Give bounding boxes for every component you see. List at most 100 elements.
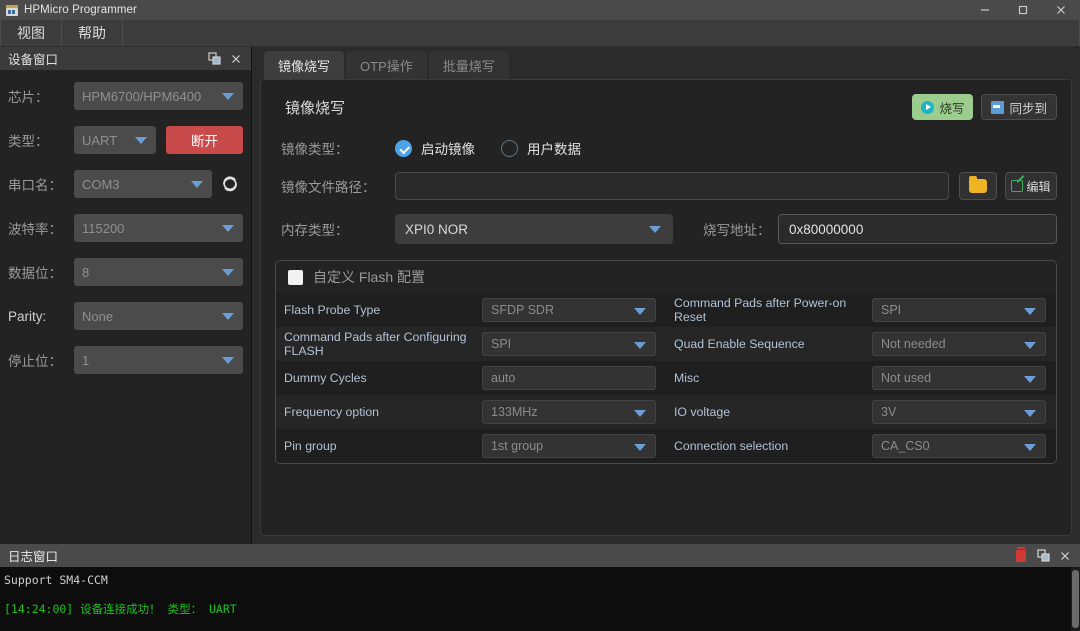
field-chip: 芯片： HPM6700/HPM6400 xyxy=(8,82,243,110)
radio-boot-image[interactable]: 启动镜像 xyxy=(395,138,475,158)
menu-filler xyxy=(123,20,1080,46)
edit-button[interactable]: 编辑 xyxy=(1005,172,1057,200)
stopbits-select[interactable]: 1 xyxy=(74,346,243,374)
chevron-down-icon xyxy=(222,313,234,320)
image-type-radio-group: 启动镜像 用户数据 xyxy=(395,138,607,158)
io-voltage-value: 3V xyxy=(881,405,897,419)
device-panel-body: 芯片： HPM6700/HPM6400 类型： UART 断开 串口名： COM… xyxy=(0,70,251,544)
log-scrollbar[interactable] xyxy=(1071,567,1080,631)
io-voltage-select[interactable]: 3V xyxy=(872,400,1046,424)
chevron-down-icon xyxy=(1024,308,1036,315)
close-icon[interactable] xyxy=(1042,0,1080,20)
flash-config-row: Misc Not used xyxy=(666,361,1056,395)
flash-button[interactable]: 烧写 xyxy=(912,94,974,120)
cmd-pads-configuring-flash-value: SPI xyxy=(491,337,512,351)
clear-log-button[interactable] xyxy=(1010,546,1032,566)
databits-select[interactable]: 8 xyxy=(74,258,243,286)
chip-select[interactable]: HPM6700/HPM6400 xyxy=(74,82,243,110)
parity-select[interactable]: None xyxy=(74,302,243,330)
file-path-label: 镜像文件路径： xyxy=(281,180,376,195)
cmd-pads-power-on-reset-select[interactable]: SPI xyxy=(872,298,1046,322)
flash-config-header[interactable]: 自定义 Flash 配置 xyxy=(276,261,1056,293)
chevron-down-icon xyxy=(1024,342,1036,349)
frequency-option-select[interactable]: 133MHz xyxy=(482,400,656,424)
cmd-pads-power-on-reset-label: Command Pads after Power-on Reset xyxy=(674,295,847,324)
flash-button-label: 烧写 xyxy=(939,101,965,116)
field-chip-label: 芯片： xyxy=(8,90,49,105)
port-select[interactable]: COM3 xyxy=(74,170,212,198)
flash-probe-type-label: Flash Probe Type xyxy=(284,302,381,317)
app-logo-icon xyxy=(6,4,18,16)
window-title: HPMicro Programmer xyxy=(24,4,137,16)
pin-group-select[interactable]: 1st group xyxy=(482,434,656,458)
flash-probe-type-value: SFDP SDR xyxy=(491,303,554,317)
frequency-option-label: Frequency option xyxy=(284,404,380,419)
log-output[interactable]: Support SM4-CCM [14:24:00] 设备连接成功！ 类型： U… xyxy=(0,567,1080,631)
field-databits-label: 数据位： xyxy=(8,266,62,281)
close-icon[interactable] xyxy=(225,49,247,69)
flash-address-input[interactable]: 0x80000000 xyxy=(778,214,1057,244)
minimize-icon[interactable] xyxy=(966,0,1004,20)
float-icon[interactable] xyxy=(203,49,225,69)
log-scrollbar-thumb[interactable] xyxy=(1072,570,1079,628)
chevron-down-icon xyxy=(634,444,646,451)
chevron-down-icon xyxy=(1024,410,1036,417)
chip-select-value: HPM6700/HPM6400 xyxy=(82,88,202,104)
cmd-pads-power-on-reset-value: SPI xyxy=(881,303,902,317)
radio-user-data[interactable]: 用户数据 xyxy=(501,138,581,158)
tab-image-programming[interactable]: 镜像烧写 xyxy=(264,51,345,79)
databits-select-value: 8 xyxy=(82,264,90,280)
tab-batch-programming[interactable]: 批量烧写 xyxy=(428,51,509,79)
refresh-icon[interactable] xyxy=(217,175,243,193)
field-stopbits: 停止位： 1 xyxy=(8,346,243,374)
pin-group-value: 1st group xyxy=(491,439,544,453)
dummy-cycles-input[interactable]: auto xyxy=(482,366,656,390)
quad-enable-sequence-select[interactable]: Not needed xyxy=(872,332,1046,356)
field-type-label: 类型： xyxy=(8,134,49,149)
sync-button-label: 同步到 xyxy=(1009,101,1047,116)
close-icon[interactable] xyxy=(1054,546,1076,566)
field-databits: 数据位： 8 xyxy=(8,258,243,286)
browse-folder-button[interactable] xyxy=(959,172,997,200)
quad-enable-sequence-value: Not needed xyxy=(881,337,946,351)
chevron-down-icon xyxy=(1024,444,1036,451)
tab-otp-operation[interactable]: OTP操作 xyxy=(346,51,427,79)
radio-user-data-label: 用户数据 xyxy=(527,142,581,157)
flash-address-label: 烧写地址： xyxy=(703,223,771,238)
image-type-row: 镜像类型： 启动镜像 用户数据 xyxy=(275,138,1057,158)
custom-flash-checkbox[interactable] xyxy=(288,269,303,285)
misc-label: Misc xyxy=(674,370,700,385)
chevron-down-icon xyxy=(1024,376,1036,383)
baud-select[interactable]: 115200 xyxy=(74,214,243,242)
dummy-cycles-value: auto xyxy=(491,371,516,385)
dummy-cycles-label: Dummy Cycles xyxy=(284,370,367,385)
window-controls xyxy=(966,0,1080,20)
misc-select[interactable]: Not used xyxy=(872,366,1046,390)
maximize-icon[interactable] xyxy=(1004,0,1042,20)
float-icon[interactable] xyxy=(1032,546,1054,566)
sync-button[interactable]: 同步到 xyxy=(981,94,1057,120)
type-select[interactable]: UART xyxy=(74,126,156,154)
log-panel-title: 日志窗口 xyxy=(8,550,59,564)
image-type-label: 镜像类型： xyxy=(281,142,349,157)
flash-probe-type-select[interactable]: SFDP SDR xyxy=(482,298,656,322)
memory-type-select[interactable]: XPI0 NOR xyxy=(395,214,673,244)
chevron-down-icon xyxy=(634,342,646,349)
memory-type-row: 内存类型： XPI0 NOR 烧写地址： 0x80000000 xyxy=(275,214,1057,244)
connection-selection-select[interactable]: CA_CS0 xyxy=(872,434,1046,458)
menu-item-help[interactable]: 帮助 xyxy=(62,20,123,46)
flash-config-row: Frequency option 133MHz xyxy=(276,395,666,429)
file-path-input[interactable] xyxy=(395,172,949,200)
radio-selected-icon xyxy=(395,139,412,157)
chevron-down-icon xyxy=(634,410,646,417)
type-select-value: UART xyxy=(82,132,118,148)
flash-config-row: Connection selection CA_CS0 xyxy=(666,429,1056,463)
disconnect-button[interactable]: 断开 xyxy=(166,126,243,154)
radio-unselected-icon xyxy=(501,139,518,157)
field-parity-label: Parity: xyxy=(8,308,47,324)
chevron-down-icon xyxy=(222,269,234,276)
device-panel: 设备窗口 芯片： HPM6700/HPM6400 类型： UART 断开 串口名… xyxy=(0,47,252,544)
menu-item-view[interactable]: 视图 xyxy=(0,20,62,46)
cmd-pads-configuring-flash-select[interactable]: SPI xyxy=(482,332,656,356)
flash-config-box: 自定义 Flash 配置 Flash Probe Type SFDP SDR C… xyxy=(275,260,1057,464)
